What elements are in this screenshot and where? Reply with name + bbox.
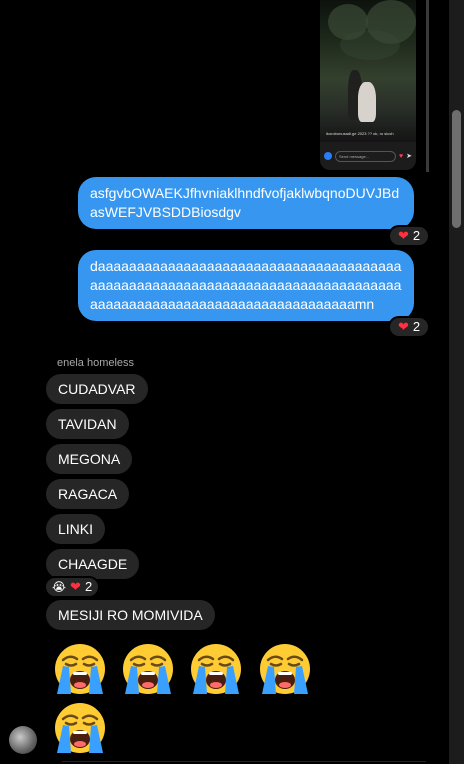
post-photo: ikorobonusadi.ge 2023 ?? ok, ru sicoh	[320, 0, 416, 142]
crying-face-icon: 😭	[52, 580, 67, 594]
shared-post-preview[interactable]: ikorobonusadi.ge 2023 ?? ok, ru sicoh Se…	[320, 0, 416, 170]
incoming-message[interactable]: CUDADVAR	[46, 374, 148, 404]
loudly-crying-face-icon	[189, 642, 243, 696]
chat-thread[interactable]: ikorobonusadi.ge 2023 ?? ok, ru sicoh Se…	[0, 0, 446, 764]
reaction-count: 2	[412, 319, 421, 334]
heart-icon: ❤	[70, 579, 81, 594]
divider	[62, 761, 426, 762]
avatar[interactable]	[9, 726, 37, 754]
incoming-message[interactable]: TAVIDAN	[46, 409, 129, 439]
post-message-box: Send message...	[335, 150, 396, 162]
scrollbar-thumb[interactable]	[452, 110, 461, 228]
incoming-message[interactable]: CHAAGDE	[46, 549, 140, 579]
post-caption: ikorobonusadi.ge 2023 ?? ok, ru sicoh	[326, 131, 394, 136]
post-bar: Send message... ♥ ➤	[324, 150, 412, 162]
reaction-count: 2	[84, 579, 93, 594]
incoming-message[interactable]: MESIJI RO MOMIVIDA	[46, 600, 215, 630]
message-reaction[interactable]: ❤ 2	[388, 316, 431, 338]
loudly-crying-face-icon	[53, 642, 107, 696]
post-scroll-indicator	[426, 0, 429, 172]
send-icon: ➤	[406, 153, 412, 160]
incoming-message[interactable]: RAGACA	[46, 479, 130, 509]
message-reaction[interactable]: 😭 ❤ 2	[44, 576, 101, 598]
heart-icon: ❤	[398, 319, 409, 334]
heart-icon: ♥	[398, 152, 404, 160]
scrollbar[interactable]	[449, 0, 464, 764]
loudly-crying-face-icon	[121, 642, 175, 696]
incoming-message[interactable]: LINKI	[46, 514, 106, 544]
camera-icon	[324, 152, 332, 160]
outgoing-message[interactable]: daaaaaaaaaaaaaaaaaaaaaaaaaaaaaaaaaaaaaaa…	[78, 250, 414, 321]
message-reaction[interactable]: ❤ 2	[388, 225, 431, 247]
reaction-count: 2	[412, 228, 421, 243]
incoming-message[interactable]: MEGONA	[46, 444, 133, 474]
sender-name: enela homeless	[57, 357, 135, 369]
loudly-crying-face-icon	[258, 642, 312, 696]
loudly-crying-face-icon	[53, 701, 107, 755]
outgoing-message[interactable]: asfgvbOWAEKJfhvniaklhndfvofjaklwbqnoDUVJ…	[78, 177, 414, 229]
heart-icon: ❤	[398, 228, 409, 243]
